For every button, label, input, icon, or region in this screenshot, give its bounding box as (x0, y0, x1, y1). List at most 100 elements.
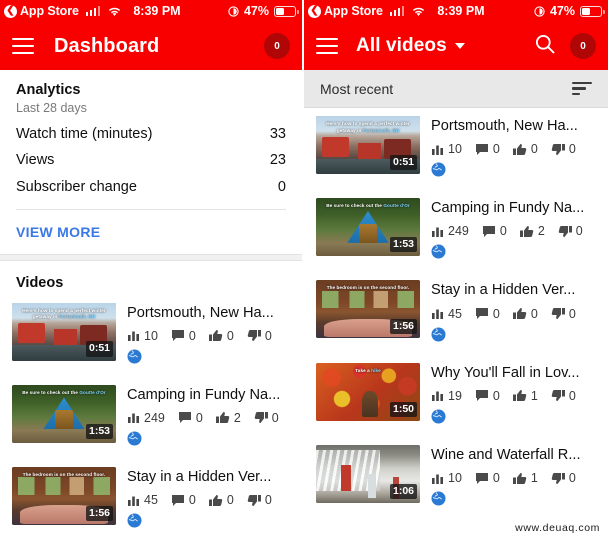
video-thumbnail[interactable]: Here's how to spend a perfect winter get… (316, 116, 420, 174)
chevron-left-circle-icon[interactable]: ❮ (4, 5, 17, 18)
sort-filter-icon[interactable] (572, 82, 592, 96)
thumbs-down-icon (254, 411, 268, 424)
dislikes-count: 0 (272, 411, 279, 425)
analytics-row-watch-time: Watch time (minutes) 33 (16, 115, 286, 142)
comments-count: 0 (493, 307, 500, 321)
stat-comments: 0 (482, 224, 507, 238)
stat-likes: 0 (513, 307, 538, 321)
battery-icon (580, 6, 602, 17)
video-meta: Camping in Fundy Na... 249 0 (127, 385, 290, 451)
hamburger-menu-icon[interactable] (316, 38, 338, 54)
analytics-card: Analytics Last 28 days Watch time (minut… (0, 70, 302, 210)
video-title[interactable]: Stay in a Hidden Ver... (127, 468, 290, 486)
video-thumbnail[interactable]: Take a hike 1:50 (316, 363, 420, 421)
stat-likes: 2 (216, 411, 241, 425)
search-icon[interactable] (534, 33, 556, 60)
video-title[interactable]: Stay in a Hidden Ver... (431, 281, 596, 299)
stat-views: 249 (127, 411, 165, 425)
views-count: 10 (448, 142, 462, 156)
video-title[interactable]: Portsmouth, New Ha... (431, 117, 596, 135)
hamburger-menu-icon[interactable] (12, 38, 34, 54)
overlay-line-1: Be sure to check out the (22, 390, 78, 395)
video-thumbnail[interactable]: Here's how to spend a perfect winter get… (12, 303, 116, 361)
globe-public-icon (431, 244, 596, 264)
list-item[interactable]: The bedroom is on the second floor. 1:56… (0, 459, 302, 540)
location-services-icon (534, 6, 545, 17)
sort-bar: Most recent (304, 70, 608, 108)
video-stats-row: 249 0 2 0 (431, 224, 596, 238)
dislikes-count: 0 (576, 224, 583, 238)
likes-count: 2 (234, 411, 241, 425)
list-item[interactable]: Here's how to spend a perfect winter get… (304, 108, 608, 190)
video-title[interactable]: Portsmouth, New Ha... (127, 304, 290, 322)
status-bar-right-group: 47% (534, 4, 602, 18)
stat-label: Watch time (minutes) (16, 126, 152, 142)
video-title[interactable]: Why You'll Fall in Lov... (431, 364, 596, 382)
views-count: 45 (144, 493, 158, 507)
stat-views: 19 (431, 389, 462, 403)
all-videos-list: Here's how to spend a perfect winter get… (304, 108, 608, 540)
stat-views: 10 (431, 471, 462, 485)
stat-value: 0 (278, 179, 286, 195)
battery-icon (274, 6, 296, 17)
list-item[interactable]: Take a hike 1:50 Why You'll Fall in Lov.… (304, 355, 608, 437)
notification-badge[interactable]: 0 (570, 33, 596, 59)
video-thumbnail[interactable]: The bedroom is on the second floor. 1:56 (12, 467, 116, 525)
site-watermark: www.deuaq.com (515, 522, 600, 534)
status-bar-back-app-label[interactable]: App Store (20, 4, 79, 18)
overlay-highlight: Portsmouth, NH (59, 314, 95, 319)
thumbs-up-icon (513, 307, 527, 320)
stat-dislikes: 0 (551, 307, 576, 321)
stat-comments: 0 (475, 307, 500, 321)
stat-likes: 2 (520, 224, 545, 238)
list-item[interactable]: Here's how to spend a perfect winter get… (0, 295, 302, 377)
video-duration-badge: 0:51 (86, 341, 113, 356)
comment-icon (475, 143, 489, 156)
videos-filter-dropdown[interactable]: All videos (356, 35, 465, 57)
thumbnail-overlay-text: The bedroom is on the second floor. (316, 285, 420, 292)
chevron-left-circle-icon[interactable]: ❮ (308, 5, 321, 18)
dashboard-video-list: Here's how to spend a perfect winter get… (0, 295, 302, 540)
app-bar-right: All videos 0 (304, 22, 608, 70)
list-item[interactable]: Be sure to check out the Goutte d'Or 1:5… (0, 377, 302, 459)
video-thumbnail[interactable]: The bedroom is on the second floor. 1:56 (316, 280, 420, 338)
video-meta: Portsmouth, New Ha... 10 0 (127, 303, 290, 369)
stat-comments: 0 (171, 329, 196, 343)
video-title[interactable]: Camping in Fundy Na... (127, 386, 290, 404)
video-meta: Wine and Waterfall R... 10 0 1 (431, 445, 596, 511)
thumbs-up-icon (209, 329, 223, 342)
views-count: 249 (144, 411, 165, 425)
bar-chart-icon (431, 143, 444, 156)
comment-icon (171, 494, 185, 507)
bar-chart-icon (431, 307, 444, 320)
video-duration-badge: 1:53 (390, 237, 417, 252)
video-thumbnail[interactable]: Be sure to check out the Goutte d'Or 1:5… (12, 385, 116, 443)
status-bar-right: ❮ App Store 8:39 PM 47% (304, 0, 608, 22)
video-stats-row: 249 0 2 0 (127, 411, 290, 425)
video-thumbnail[interactable]: 1:06 (316, 445, 420, 503)
thumbs-down-icon (247, 329, 261, 342)
view-more-button[interactable]: VIEW MORE (0, 210, 302, 254)
list-item[interactable]: Be sure to check out the Goutte d'Or 1:5… (304, 190, 608, 272)
notification-badge[interactable]: 0 (264, 33, 290, 59)
status-bar-back-app-label[interactable]: App Store (324, 4, 383, 18)
video-title[interactable]: Camping in Fundy Na... (431, 199, 596, 217)
globe-public-icon (431, 327, 596, 347)
thumbs-up-icon (216, 411, 230, 424)
stat-likes: 1 (513, 471, 538, 485)
video-thumbnail[interactable]: Be sure to check out the Goutte d'Or 1:5… (316, 198, 420, 256)
cellular-signal-icon (86, 6, 101, 16)
overlay-line-1: Here's how to spend a perfect winter (22, 308, 106, 313)
video-meta: Portsmouth, New Ha... 10 0 0 (431, 116, 596, 182)
list-item[interactable]: 1:06 Wine and Waterfall R... 10 0 (304, 437, 608, 519)
battery-percent-label: 47% (550, 4, 575, 18)
list-item[interactable]: The bedroom is on the second floor. 1:56… (304, 272, 608, 354)
wifi-icon (107, 6, 122, 17)
video-title[interactable]: Wine and Waterfall R... (431, 446, 596, 464)
thumbnail-overlay-text: Be sure to check out the Goutte d'Or (12, 390, 116, 397)
likes-count: 0 (227, 493, 234, 507)
overlay-line-2: getaway in (33, 314, 58, 319)
thumbs-up-icon (513, 143, 527, 156)
dislikes-count: 0 (265, 329, 272, 343)
app-bar-actions-right: 0 (534, 33, 596, 60)
